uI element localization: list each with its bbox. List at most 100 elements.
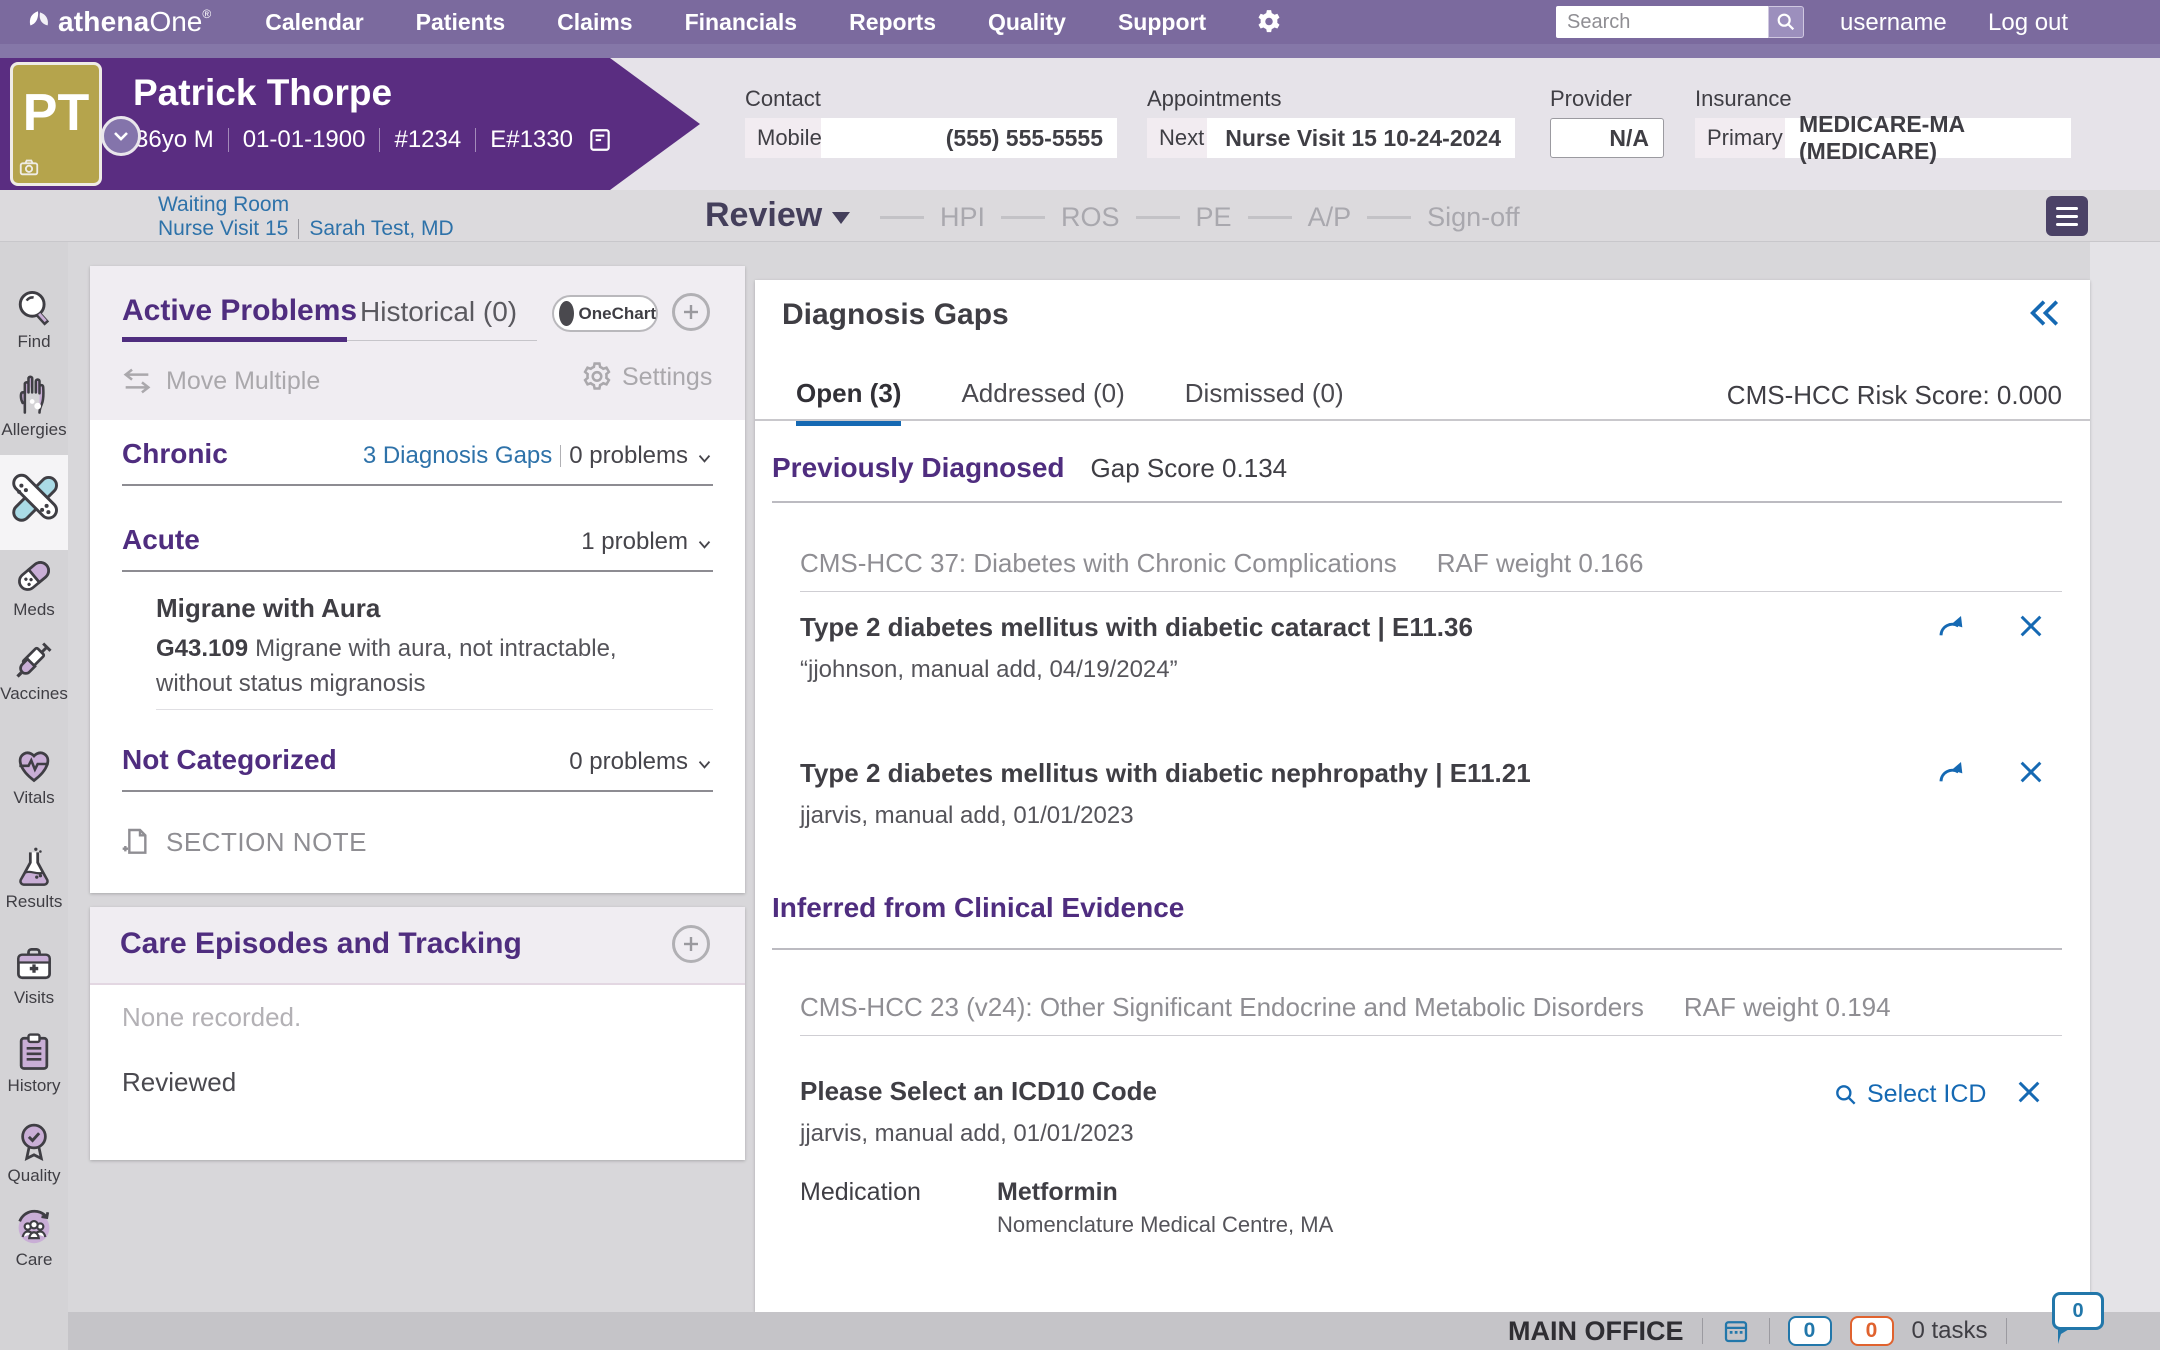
dismiss-x-icon[interactable] xyxy=(2015,756,2047,788)
sidebar-item-problems-selected[interactable] xyxy=(0,455,68,550)
stage-dropdown[interactable]: Review xyxy=(705,196,850,235)
sidebar-item-allergies[interactable]: Allergies xyxy=(0,374,68,440)
appointments-section-title: Appointments xyxy=(1147,86,1282,112)
toggle-knob xyxy=(559,301,574,326)
dismiss-x-icon[interactable] xyxy=(2015,610,2047,642)
gear-icon[interactable] xyxy=(1254,7,1284,37)
athenaone-logo[interactable]: athenaOne® xyxy=(26,6,211,38)
readdress-icon[interactable] xyxy=(1935,756,1967,788)
icd-code: G43.109 xyxy=(156,635,248,662)
hcc-23-row: CMS-HCC 23 (v24): Other Significant Endo… xyxy=(800,992,1891,1023)
results-flask-icon xyxy=(12,846,56,890)
onechart-toggle[interactable]: OneChart xyxy=(552,295,658,332)
icd-item-source: jjarvis, manual add, 01/01/2023 xyxy=(800,1120,1134,1148)
sidebar-item-find[interactable]: Find xyxy=(0,286,68,352)
mobile-value-field[interactable]: (555) 555-5555 xyxy=(821,118,1117,158)
logout-link[interactable]: Log out xyxy=(1988,9,2068,37)
stage-signoff[interactable]: Sign-off xyxy=(1427,202,1520,233)
icd-select-item-title: Please Select an ICD10 Code xyxy=(800,1076,1157,1107)
move-multiple-button[interactable]: Move Multiple xyxy=(120,364,320,398)
stage-pe[interactable]: PE xyxy=(1196,202,1232,233)
stage-hpi[interactable]: HPI xyxy=(940,202,985,233)
onechart-label: OneChart xyxy=(579,304,656,324)
chronic-section-row: Chronic 3 Diagnosis Gaps 0 problems xyxy=(122,438,713,470)
problems-panel: Active Problems Historical (0) OneChart … xyxy=(90,266,745,893)
stage-ap[interactable]: A/P xyxy=(1308,202,1352,233)
sidebar-item-care[interactable]: Care xyxy=(0,1204,68,1270)
search-input[interactable] xyxy=(1556,6,1768,38)
next-appointment-field[interactable]: Nurse Visit 15 10-24-2024 xyxy=(1207,118,1515,158)
add-problem-button[interactable] xyxy=(672,293,710,331)
sidebar-item-vaccines[interactable]: Vaccines xyxy=(0,638,68,704)
patient-banner-row: Patrick Thorpe 36yo M 01-01-1900 #1234 E… xyxy=(0,58,2160,190)
encounter-note-icon[interactable] xyxy=(587,127,613,153)
sidebar-item-history[interactable]: History xyxy=(0,1030,68,1096)
sidebar-item-visits[interactable]: Visits xyxy=(0,942,68,1008)
sidebar-item-results[interactable]: Results xyxy=(0,846,68,912)
sidebar-item-vitals[interactable]: Vitals xyxy=(0,742,68,808)
evidence-row: Medication Metformin xyxy=(800,1178,1118,1207)
chronic-count: 0 problems xyxy=(569,442,688,470)
collapse-panel-icon[interactable] xyxy=(2027,296,2061,330)
insurance-group: Insurance Primary MEDICARE-MA (MEDICARE) xyxy=(1695,58,2075,190)
leaf-icon xyxy=(26,6,52,36)
chevron-down-icon[interactable] xyxy=(696,756,713,773)
next-appointment-label: Next xyxy=(1147,118,1207,158)
select-icd-button[interactable]: Select ICD xyxy=(1833,1080,1986,1109)
sidebar-item-quality[interactable]: Quality xyxy=(0,1120,68,1186)
nav-item-patients[interactable]: Patients xyxy=(416,9,505,36)
nav-item-calendar[interactable]: Calendar xyxy=(265,9,363,36)
alert-count-badge[interactable]: 0 xyxy=(1850,1316,1894,1346)
find-icon xyxy=(12,286,56,330)
hcc-37-raf: RAF weight 0.166 xyxy=(1437,548,1644,579)
breadcrumb-location[interactable]: Waiting Room xyxy=(158,193,289,217)
dismiss-x-icon[interactable] xyxy=(2013,1076,2045,1108)
banner-collapse-button[interactable] xyxy=(101,116,141,156)
not-categorized-row: Not Categorized 0 problems xyxy=(122,744,713,776)
chevron-down-icon[interactable] xyxy=(696,450,713,467)
stepper-dash xyxy=(1248,216,1292,219)
breadcrumb-visit[interactable]: Nurse Visit 15 xyxy=(158,217,288,241)
nav-item-claims[interactable]: Claims xyxy=(557,9,632,36)
problems-settings-button[interactable]: Settings xyxy=(580,360,712,394)
insurance-primary-label: Primary xyxy=(1695,118,1785,158)
search-button[interactable] xyxy=(1768,6,1804,38)
care-team-icon xyxy=(12,1204,56,1248)
chat-bubble-button[interactable]: 0 xyxy=(2052,1292,2104,1334)
nav-item-support[interactable]: Support xyxy=(1118,9,1206,36)
diagnosis-gaps-link[interactable]: 3 Diagnosis Gaps xyxy=(363,442,552,470)
avatar-initials: PT xyxy=(13,83,99,143)
gap-item-actions xyxy=(1935,610,2047,642)
department-selector[interactable]: MAIN OFFICE xyxy=(1508,1316,1684,1347)
username-menu[interactable]: username xyxy=(1840,9,1947,37)
nav-item-reports[interactable]: Reports xyxy=(849,9,936,36)
problem-name[interactable]: Migrane with Aura xyxy=(156,593,380,624)
camera-icon[interactable] xyxy=(18,156,40,178)
readdress-icon[interactable] xyxy=(1935,610,1967,642)
encounter-menu-button[interactable] xyxy=(2046,196,2088,236)
stage-ros[interactable]: ROS xyxy=(1061,202,1120,233)
schedule-icon[interactable] xyxy=(1721,1316,1751,1346)
current-stage-label: Review xyxy=(705,196,822,235)
provider-field[interactable]: N/A xyxy=(1550,118,1664,158)
care-reviewed-link[interactable]: Reviewed xyxy=(122,1067,236,1098)
nav-item-quality[interactable]: Quality xyxy=(988,9,1066,36)
inbox-count-badge[interactable]: 0 xyxy=(1788,1316,1832,1346)
patient-avatar[interactable]: PT xyxy=(10,62,102,186)
divider xyxy=(228,128,229,152)
sidebar-item-meds[interactable]: Meds xyxy=(0,554,68,620)
breadcrumb-provider[interactable]: Sarah Test, MD xyxy=(309,217,453,241)
section-note-button[interactable]: SECTION NOTE xyxy=(120,826,367,858)
care-episodes-panel: Care Episodes and Tracking None recorded… xyxy=(90,907,745,1160)
stepper-dash xyxy=(1367,216,1411,219)
tab-historical[interactable]: Historical (0) xyxy=(360,296,517,328)
breadcrumb: Nurse Visit 15 Sarah Test, MD xyxy=(158,217,454,241)
nav-item-financials[interactable]: Financials xyxy=(685,9,797,36)
caret-down-icon xyxy=(832,212,850,224)
chevron-down-icon[interactable] xyxy=(696,536,713,553)
add-care-episode-button[interactable] xyxy=(672,925,710,963)
insurance-value-field[interactable]: MEDICARE-MA (MEDICARE) xyxy=(1785,118,2071,158)
contact-section-title: Contact xyxy=(745,86,821,112)
tab-active-problems[interactable]: Active Problems xyxy=(122,294,357,328)
previously-diagnosed-title: Previously Diagnosed xyxy=(772,452,1065,484)
